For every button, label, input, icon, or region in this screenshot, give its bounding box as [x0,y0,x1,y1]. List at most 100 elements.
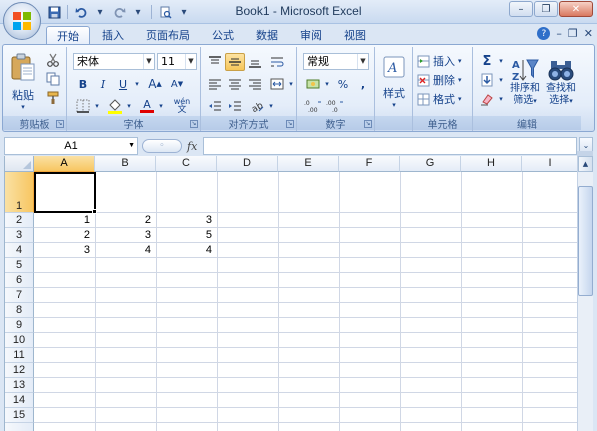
cell-c3[interactable]: 5 [156,228,217,243]
clipboard-dialog-launcher[interactable]: ↘ [56,120,64,128]
column-header-b[interactable]: B [95,156,156,172]
fill-handle[interactable] [92,209,97,214]
font-size-dropdown-icon[interactable]: ▼ [185,54,196,69]
column-header-g[interactable]: G [400,156,461,172]
cell-a4[interactable]: 3 [34,243,95,258]
close-button[interactable]: ✕ [559,1,593,17]
autosum-button[interactable]: Σ [477,52,497,70]
alignment-dialog-launcher[interactable]: ↘ [286,120,294,128]
workbook-minimize-button[interactable]: – [556,27,562,40]
number-format-dropdown-icon[interactable]: ▼ [357,54,368,69]
increase-decimal-icon[interactable]: .0.00 [303,97,323,115]
accounting-format-icon[interactable] [303,75,323,93]
row-header-9[interactable]: 9 [5,318,34,333]
name-box[interactable]: A1 ▼ [4,137,138,155]
tab-review[interactable]: 审阅 [290,26,332,44]
cell-b3[interactable]: 3 [95,228,156,243]
align-middle-icon[interactable] [225,53,245,71]
font-dialog-launcher[interactable]: ↘ [190,120,198,128]
wrap-text-icon[interactable] [267,53,287,71]
font-size-combo[interactable]: 11 ▼ [157,53,197,70]
font-color-dropdown-icon[interactable]: ▾ [157,97,165,115]
scroll-up-button[interactable]: ▲ [578,156,593,172]
tab-formulas[interactable]: 公式 [202,26,244,44]
column-header-i[interactable]: I [522,156,577,172]
row-header-16[interactable] [5,423,34,431]
underline-button[interactable]: U [113,75,133,93]
borders-icon[interactable] [73,97,93,115]
row-header-6[interactable]: 6 [5,273,34,288]
row-header-12[interactable]: 12 [5,363,34,378]
shrink-font-button[interactable]: A ▼ [167,75,187,93]
decrease-indent-icon[interactable] [205,97,225,115]
insert-cells-button[interactable]: 插入 ▾ [417,52,471,70]
copy-icon[interactable] [43,70,63,88]
underline-dropdown-icon[interactable]: ▾ [133,75,141,93]
restore-button[interactable]: ❐ [534,1,558,17]
align-center-icon[interactable] [225,75,245,93]
tab-data[interactable]: 数据 [246,26,288,44]
grow-font-button[interactable]: A ▲ [145,75,165,93]
column-header-d[interactable]: D [217,156,278,172]
delete-cells-button[interactable]: 删除 ▾ [417,71,471,89]
tab-page-layout[interactable]: 页面布局 [136,26,200,44]
orientation-icon[interactable]: ab [247,97,267,115]
font-name-combo[interactable]: 宋体 ▼ [73,53,155,70]
clear-icon[interactable] [477,90,497,108]
merge-center-icon[interactable] [267,75,287,93]
workbook-restore-button[interactable]: ❐ [568,27,578,40]
fill-dropdown-icon[interactable]: ▾ [497,71,505,89]
worksheet-grid[interactable]: A B C D E F G H I 1 2 3 4 5 6 7 8 9 10 1… [4,156,577,431]
active-cell-a1[interactable] [34,172,96,213]
row-header-3[interactable]: 3 [5,228,34,243]
align-right-icon[interactable] [245,75,265,93]
select-all-button[interactable] [5,156,34,172]
vertical-scrollbar[interactable]: ▲ [577,156,593,431]
format-cells-button[interactable]: 格式 ▾ [417,90,471,108]
column-header-f[interactable]: F [339,156,400,172]
help-icon[interactable]: ? [537,27,551,40]
row-header-8[interactable]: 8 [5,303,34,318]
row-header-2[interactable]: 2 [5,213,34,228]
align-left-icon[interactable] [205,75,225,93]
insert-function-button[interactable]: fx [187,140,197,153]
sort-filter-button[interactable]: AZ 排序和 筛选▾ [507,50,543,114]
name-box-dropdown-icon[interactable]: ▼ [128,138,135,154]
fill-color-dropdown-icon[interactable]: ▾ [125,97,133,115]
number-dialog-launcher[interactable]: ↘ [364,120,372,128]
paste-button[interactable]: 粘贴 ▾ [7,51,39,113]
italic-button[interactable]: I [93,75,113,93]
font-color-button[interactable]: A [137,97,157,115]
row-header-4[interactable]: 4 [5,243,34,258]
increase-indent-icon[interactable] [225,97,245,115]
cell-b4[interactable]: 4 [95,243,156,258]
tab-view[interactable]: 视图 [334,26,376,44]
align-top-icon[interactable] [205,53,225,71]
cell-c2[interactable]: 3 [156,213,217,228]
column-header-h[interactable]: H [461,156,522,172]
minimize-button[interactable]: – [509,1,533,17]
fill-color-icon[interactable] [105,97,125,115]
column-header-e[interactable]: E [278,156,339,172]
percent-button[interactable]: % [333,75,353,93]
decrease-decimal-icon[interactable]: .00.0 [325,97,345,115]
orientation-dropdown-icon[interactable]: ▾ [267,97,275,115]
styles-button[interactable]: A 样式 ▾ [378,51,410,113]
row-header-13[interactable]: 13 [5,378,34,393]
workbook-close-button[interactable]: ✕ [584,27,593,40]
row-header-5[interactable]: 5 [5,258,34,273]
borders-dropdown-icon[interactable]: ▾ [93,97,101,115]
fill-icon[interactable] [477,71,497,89]
align-bottom-icon[interactable] [245,53,265,71]
format-painter-icon[interactable] [43,89,63,107]
cell-a2[interactable]: 1 [34,213,95,228]
formula-input[interactable] [203,137,577,155]
font-name-dropdown-icon[interactable]: ▼ [143,54,154,69]
row-header-10[interactable]: 10 [5,333,34,348]
comma-style-button[interactable]: , [353,75,373,93]
find-select-button[interactable]: 查找和 选择▾ [543,50,579,114]
tab-home[interactable]: 开始 [46,26,90,44]
formula-collapse-handle[interactable]: ◦ [142,139,182,153]
office-button[interactable] [3,2,41,40]
bold-button[interactable]: B [73,75,93,93]
